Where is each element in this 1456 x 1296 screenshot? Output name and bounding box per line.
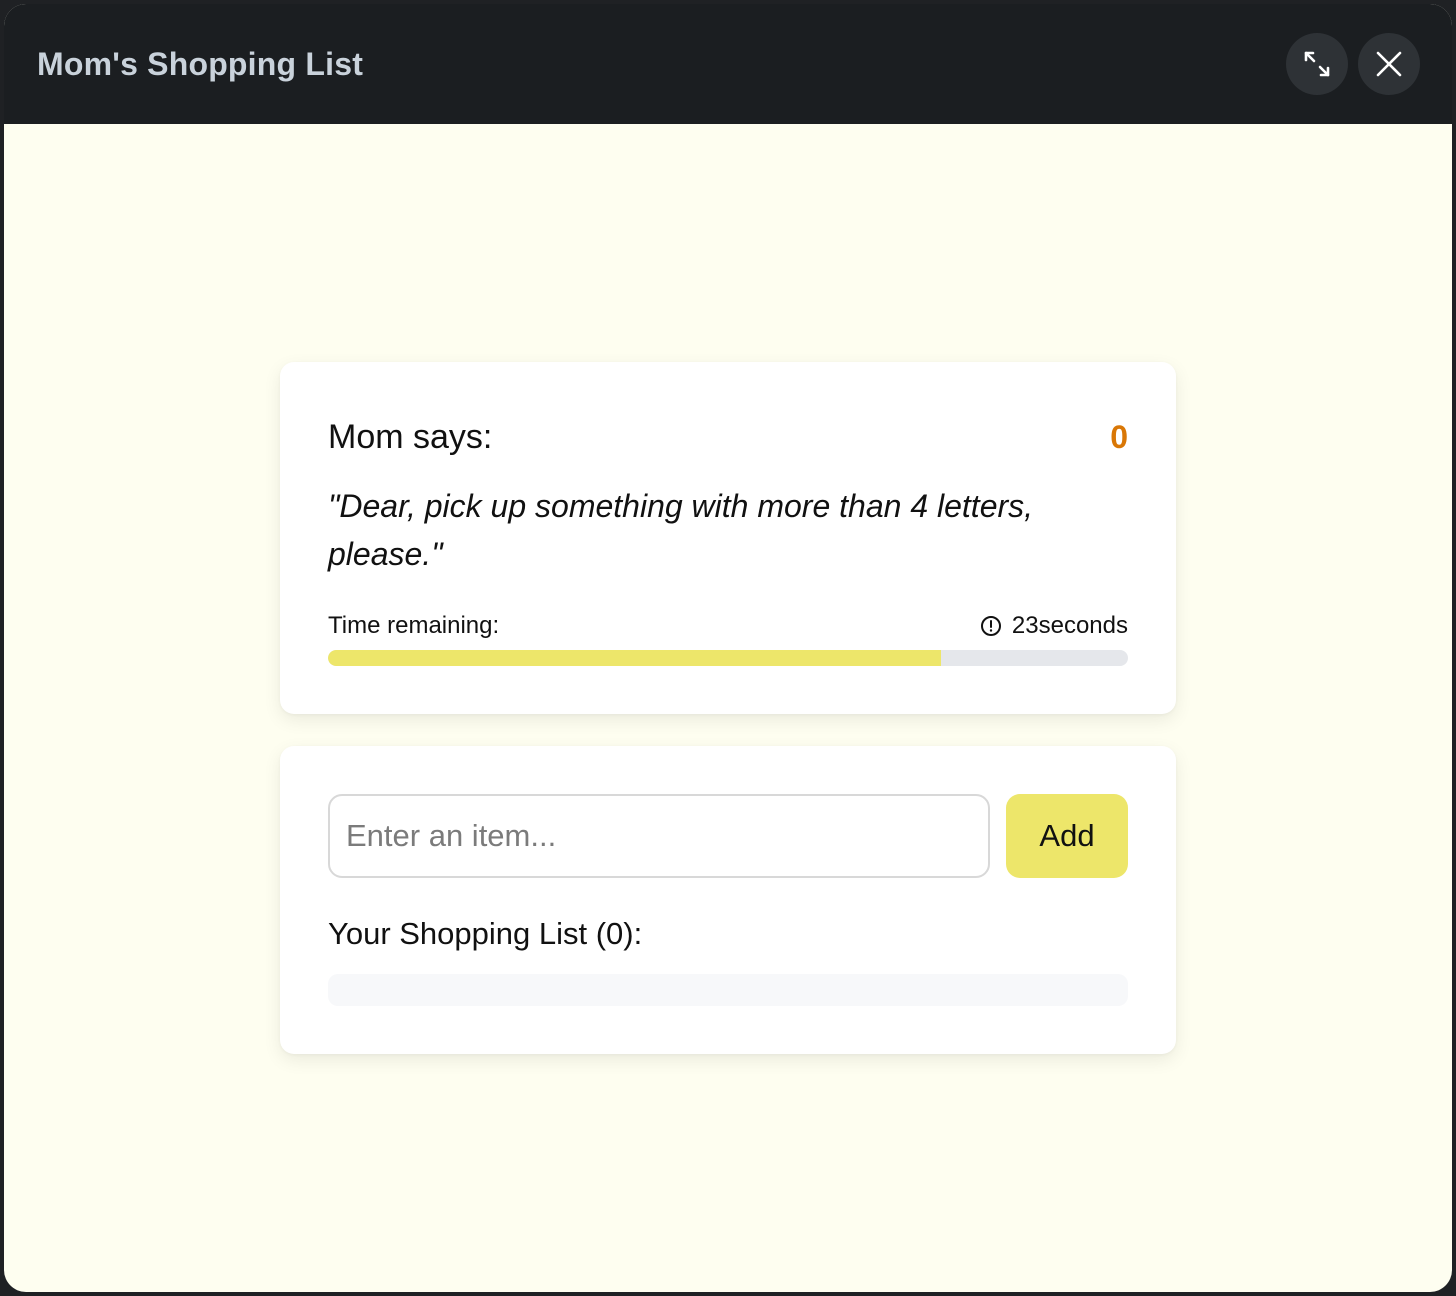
title-bar: Mom's Shopping List (4, 4, 1452, 124)
mom-quote: "Dear, pick up something with more than … (328, 488, 1034, 572)
mom-says-label: Mom says: (328, 418, 493, 456)
shopping-list (328, 974, 1128, 1006)
add-item-row: Add (328, 794, 1128, 878)
mom-card: Mom says: 0 "Dear, pick up something wit… (280, 362, 1176, 714)
app-window: Mom's Shopping List Mom says: 0 "Dear, p… (4, 4, 1452, 1292)
add-button[interactable]: Add (1006, 794, 1128, 878)
item-input[interactable] (328, 794, 990, 878)
time-row: Time remaining: 23seconds (328, 612, 1128, 640)
time-progress-bar (328, 650, 1128, 666)
time-remaining-value: 23seconds (1011, 612, 1128, 639)
time-remaining-label: Time remaining: (328, 612, 500, 639)
close-button[interactable] (1358, 33, 1420, 95)
expand-arrows-icon (1304, 51, 1330, 77)
mom-header: Mom says: 0 (328, 418, 1128, 457)
clock-alert-icon (980, 616, 1001, 636)
time-progress-fill (328, 650, 941, 666)
window-title: Mom's Shopping List (37, 45, 364, 82)
main-content: Mom says: 0 "Dear, pick up something wit… (4, 124, 1452, 1292)
shopping-list-heading: Your Shopping List (0): (328, 916, 643, 951)
window-actions (1286, 33, 1420, 95)
score-value: 0 (1110, 419, 1128, 455)
time-remaining-display: 23seconds (980, 612, 1128, 640)
shopping-card: Add Your Shopping List (0): (280, 746, 1176, 1054)
close-icon (1376, 51, 1402, 77)
expand-button[interactable] (1286, 33, 1348, 95)
